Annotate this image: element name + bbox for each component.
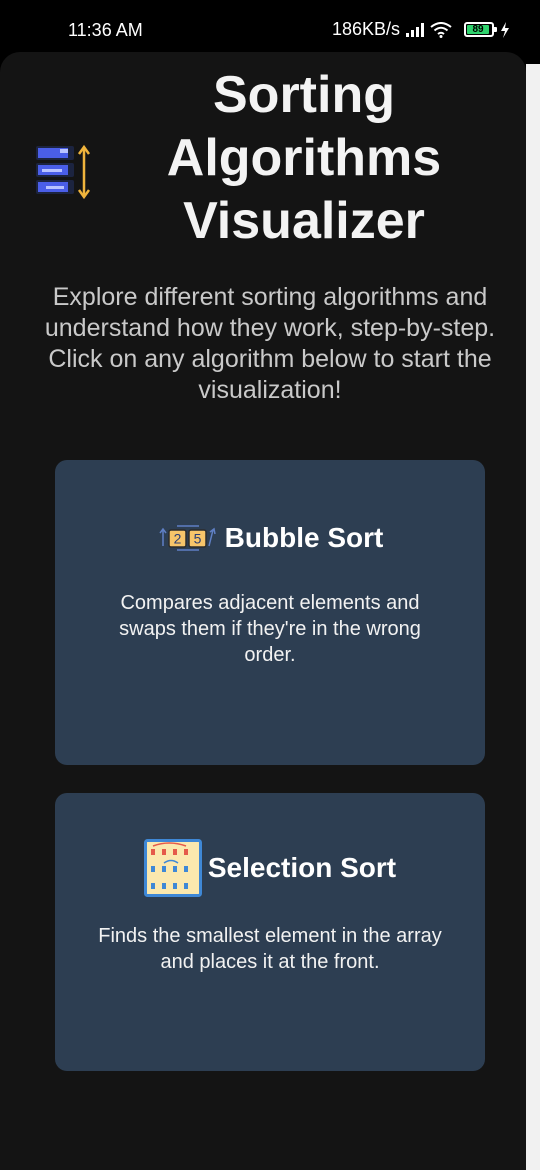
network-speed: 186KB/s <box>331 19 400 39</box>
algorithm-card-selection-sort[interactable]: Selection Sort Finds the smallest elemen… <box>55 793 485 1071</box>
bubble-sort-icon: 2 5 <box>159 525 216 551</box>
bubble-icon-digit-2: 5 <box>193 531 201 547</box>
wifi-icon <box>430 21 452 38</box>
charging-icon <box>501 21 509 38</box>
algorithm-description: Finds the smallest element in the array … <box>98 925 442 973</box>
status-bar: 11:36 AM 186KB/s 89 <box>0 0 540 52</box>
sorting-logo-icon <box>36 144 91 200</box>
scroll-edge <box>526 64 540 1170</box>
battery-icon: 89 <box>464 22 497 37</box>
algorithm-title: Bubble Sort <box>224 522 384 553</box>
status-time: 11:36 AM <box>68 20 143 40</box>
bubble-icon-digit-1: 2 <box>173 531 181 547</box>
selection-sort-icon <box>143 839 202 897</box>
status-icons: 186KB/s 89 <box>332 19 510 40</box>
algorithm-title: Selection Sort <box>207 852 397 883</box>
page-title: Sorting Algorithms Visualizer <box>166 66 442 250</box>
signal-icon <box>406 22 424 37</box>
algorithm-card-bubble-sort[interactable]: 2 5 Bubble Sort Compares adjacent elemen… <box>55 460 485 765</box>
battery-level: 89 <box>467 25 489 35</box>
algorithm-description: Compares adjacent elements and swaps the… <box>119 592 421 666</box>
intro-text: Explore different sorting algorithms and… <box>44 283 496 404</box>
